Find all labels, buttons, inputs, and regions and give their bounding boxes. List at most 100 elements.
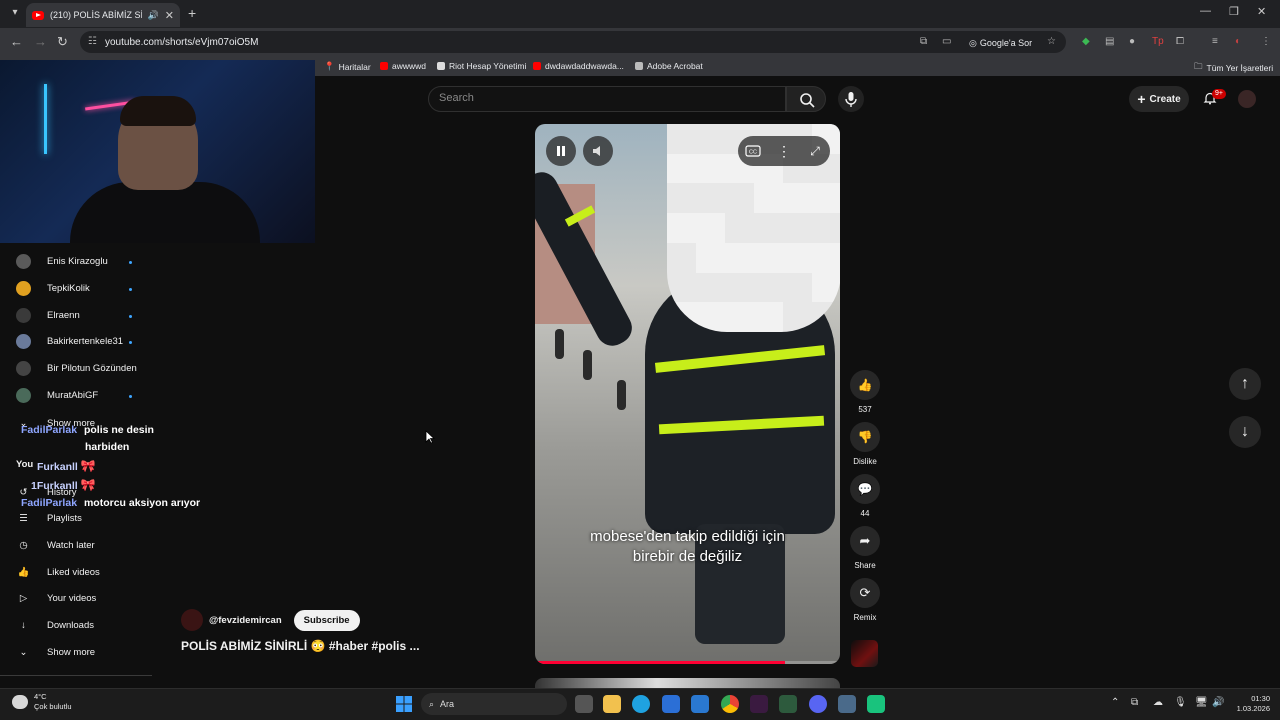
site-info-icon[interactable]: ☷ [88,36,97,47]
fullscreen-button[interactable]: ⤢ [800,136,830,166]
premiere-icon[interactable] [750,695,768,713]
bookmark-maps[interactable]: 📍 Haritalar [324,61,371,72]
discord-icon[interactable] [809,695,827,713]
new-tab-icon[interactable]: + [188,5,196,21]
extension-shield-icon[interactable]: ◆ [1082,36,1090,47]
share-button[interactable]: ➦ [850,526,880,556]
speaker-icon[interactable]: 🔊 [148,10,159,21]
tab-close-icon[interactable]: ✕ [165,9,174,22]
file-explorer-icon[interactable] [603,695,621,713]
dislike-button[interactable]: 👎 [850,422,880,452]
search-button[interactable] [786,86,826,112]
tab-search-icon[interactable]: ▾ [8,6,22,20]
subscription-item[interactable]: Enis Kirazoglu [16,254,108,269]
sidebar-item-your-videos[interactable]: ▷ Your videos [16,591,96,606]
windows-start-icon[interactable] [396,696,412,712]
comments-button[interactable]: 💬 [850,474,880,504]
create-button[interactable]: + Create [1129,86,1189,112]
comments-action[interactable]: 💬 44 [850,474,880,518]
show-more-you[interactable]: ⌄ Show more [16,645,96,660]
bookmark-star-icon[interactable]: ☆ [1047,36,1056,47]
video-title[interactable]: POLİS ABİMİZ SİNİRLİ 😳 #haber #polis ... [181,639,420,653]
remix-action[interactable]: ⟳ Remix [850,578,880,622]
bookmark-dwda[interactable]: dwdawdaddwawda... [533,61,624,71]
ask-google-button[interactable]: ◎ Google'a Sor [963,35,1038,51]
search-input[interactable] [428,86,786,112]
account-avatar[interactable] [1238,90,1256,108]
subscription-item[interactable]: Bir Pilotun Gözünden [16,361,137,376]
chrome-icon[interactable] [721,695,739,713]
maximize-icon[interactable]: ❐ [1229,5,1239,18]
shorts-video-player[interactable]: CC ⋮ ⤢ mobese'den takip edildiği için bi… [535,124,840,664]
channel-handle[interactable]: @fevzidemircan [209,615,282,626]
tray-app-icon[interactable]: ⧉ [1131,697,1138,708]
extension-tp-icon[interactable]: Tp [1152,36,1164,47]
profile-icon[interactable]: ◐ [1235,36,1241,47]
settings-app-icon[interactable] [838,695,856,713]
translate-icon[interactable]: ⧉ [920,36,927,47]
window-close-icon[interactable]: ✕ [1257,5,1266,18]
you-section-header[interactable]: You [16,459,33,470]
bookmark-awwwwd[interactable]: awwwwd [380,61,426,71]
next-short-button[interactable]: ↓ [1229,416,1261,448]
volume-button[interactable] [583,136,613,166]
like-action[interactable]: 👍 537 [850,370,880,414]
extensions-puzzle-icon[interactable]: ⧠ [1176,36,1184,47]
forward-icon[interactable]: → [34,34,47,49]
onedrive-icon[interactable]: ☁ [1153,697,1163,708]
task-view-icon[interactable] [575,695,593,713]
sidebar-item-downloads[interactable]: ↓ Downloads [16,618,94,633]
play-square-icon: ▷ [19,593,28,604]
system-clock[interactable]: 01:30 1.03.2026 [1234,694,1270,714]
sidebar-item-liked-videos[interactable]: 👍 Liked videos [16,565,100,580]
taskbar-search[interactable]: ⌕ Ara [421,693,567,715]
playlists-icon: ☰ [19,513,28,524]
app-icon[interactable] [779,695,797,713]
captions-button[interactable]: CC [738,136,768,166]
reading-list-icon[interactable]: ≡ [1212,36,1218,47]
tray-overflow-icon[interactable]: ⌃ [1111,697,1119,708]
back-icon[interactable]: ← [10,34,23,49]
network-icon[interactable]: 🖥 [1195,697,1208,708]
subscribe-button[interactable]: Subscribe [293,609,360,631]
voice-search-button[interactable] [838,86,864,112]
browser-tab-active[interactable]: (210) POLİS ABİMİZ SİNİRLİ 🔊 ✕ [26,3,180,27]
browser-menu-icon[interactable]: ⋮ [1261,36,1271,47]
subscription-item[interactable]: MuratAbiGF [16,388,98,403]
mail-icon[interactable] [691,695,709,713]
sidebar-item-watch-later[interactable]: ◷ Watch later [16,538,94,553]
share-action[interactable]: ➦ Share [850,526,880,570]
url-text[interactable]: youtube.com/shorts/eVjm07oiO5M [105,37,258,48]
extension-cookie-icon[interactable]: ● [1129,36,1135,47]
microphone-icon[interactable]: 🎙 [1174,697,1187,708]
weather-condition: Çok bulutlu [34,702,72,711]
pause-button[interactable] [546,136,576,166]
extension-icon[interactable]: ▤ [1105,36,1114,47]
speaker-icon[interactable]: 🔊 [1212,697,1224,708]
store-icon[interactable] [662,695,680,713]
audio-source-thumbnail[interactable] [851,640,878,667]
bookmark-riot[interactable]: Riot Hesap Yönetimi [437,61,526,71]
sidebar-item-playlists[interactable]: ☰ Playlists [16,511,82,526]
subscription-item[interactable]: TepkiKolik [16,281,90,296]
video-progress-bar[interactable] [535,661,840,664]
remix-button[interactable]: ⟳ [850,578,880,608]
obs-icon[interactable] [867,695,885,713]
all-bookmarks[interactable]: 🗀 Tüm Yer İşaretleri [1194,61,1273,75]
reload-icon[interactable]: ↻ [57,34,68,50]
minimize-icon[interactable]: — [1200,5,1211,17]
like-button[interactable]: 👍 [850,370,880,400]
more-options-button[interactable]: ⋮ [769,136,799,166]
previous-short-button[interactable]: ↑ [1229,368,1261,400]
chat-message: FadilParlak motorcu aksiyon arıyor [21,497,200,509]
dislike-action[interactable]: 👎 Dislike [850,422,880,466]
subscription-item[interactable]: Bakirkertenkele31 [16,334,123,349]
subscription-item[interactable]: Elraenn [16,308,80,323]
channel-avatar[interactable] [181,609,203,631]
edge-icon[interactable] [632,695,650,713]
bookmark-acrobat[interactable]: Adobe Acrobat [635,61,703,71]
weather-widget[interactable]: 4°C Çok bulutlu [12,692,72,712]
subtitle-line: mobese'den takip edildiği için [590,528,785,545]
cast-icon[interactable]: ▭ [942,36,951,47]
comment-icon: 💬 [857,482,873,496]
